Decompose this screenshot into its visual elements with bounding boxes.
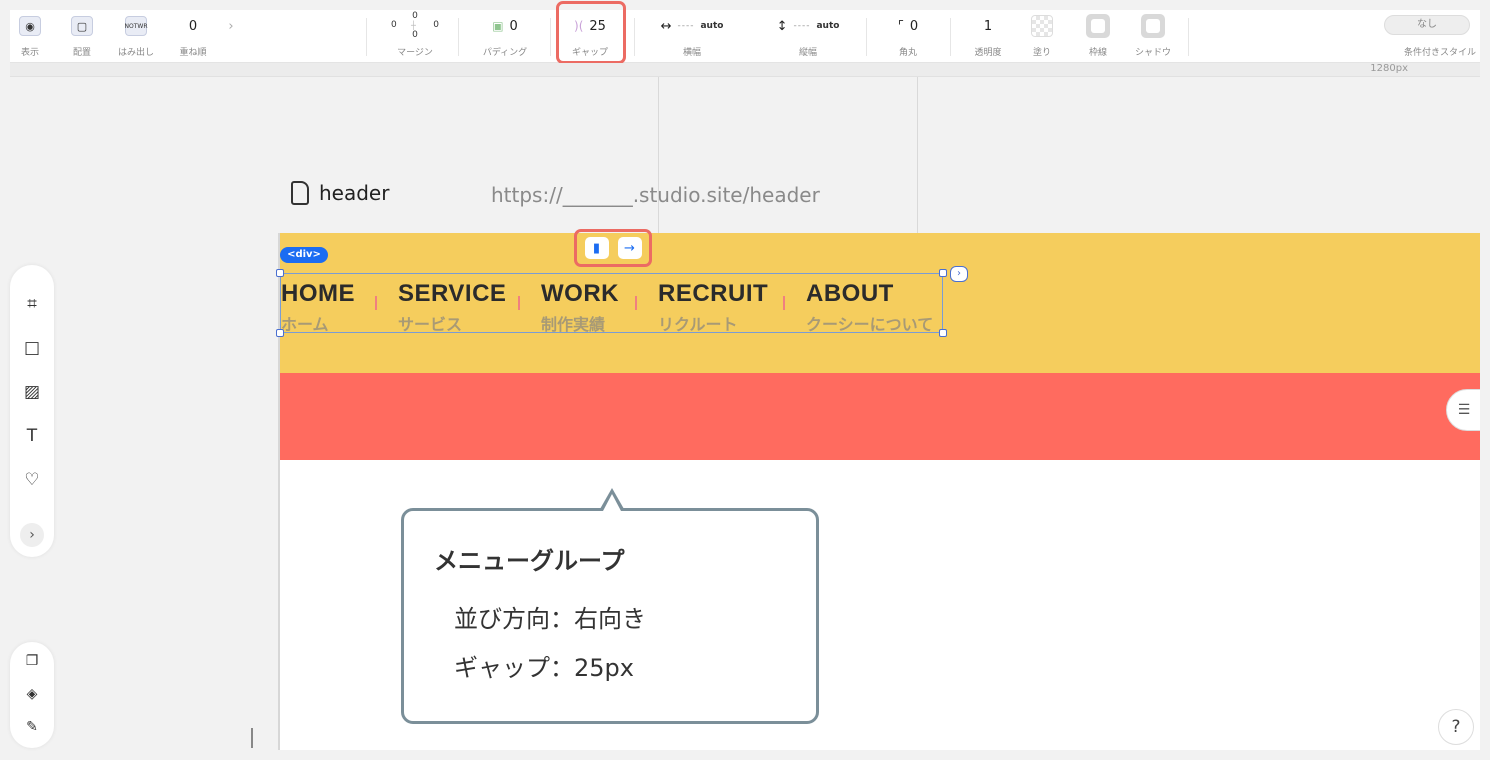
gap-highlight	[556, 1, 626, 64]
text-tool-icon[interactable]: T	[22, 426, 42, 446]
toolbar-divider	[458, 18, 459, 56]
conditional-style-button[interactable]: なし	[1384, 15, 1470, 35]
menu-group[interactable]: HOME ホーム SERVICE サービス WORK 制作実績 RECRUIT …	[280, 273, 943, 334]
design-canvas[interactable]: header https://_______.studio.site/heade…	[10, 77, 1480, 750]
overflow-icon: NOTWR	[125, 16, 148, 36]
position-icon: ▢	[71, 16, 93, 36]
style-toolbar: ◉ 表示 ▢ 配置 NOTWR はみ出し 0 重ね順 › 0 0 ┼ 0 0 マ…	[10, 1, 1480, 64]
annotation-callout: メニューグループ 並び方向：右向き ギャップ：25px	[401, 488, 819, 724]
callout-tail-fill	[603, 494, 621, 511]
menu-lines-icon[interactable]: ☰	[1446, 389, 1480, 431]
callout-direction: 並び方向：右向き	[454, 605, 646, 633]
corner-icon: ⌜	[897, 18, 904, 34]
conditional-style-label: 条件付きスタイル	[1403, 48, 1476, 58]
shadow-icon	[1141, 14, 1165, 38]
box-tool-icon[interactable]: □	[22, 338, 42, 358]
zindex-control[interactable]: 0 重ね順	[175, 10, 211, 63]
resize-handle[interactable]	[939, 269, 947, 277]
breakpoint-ruler: 1280px	[10, 63, 1480, 77]
margin-control[interactable]: 0 0 ┼ 0 0 マージン	[385, 10, 445, 63]
border-control[interactable]: 枠線	[1084, 10, 1112, 63]
expand-palette-icon[interactable]: ›	[20, 523, 44, 547]
toolbar-divider	[366, 18, 367, 56]
frame-tool-icon[interactable]: ⌗	[22, 294, 42, 314]
callout-title: メニューグループ	[434, 547, 625, 575]
file-icon	[291, 181, 309, 205]
studio-editor: ◉ 表示 ▢ 配置 NOTWR はみ出し 0 重ね順 › 0 0 ┼ 0 0 マ…	[0, 0, 1490, 760]
red-band-section[interactable]	[280, 373, 1480, 460]
direction-controls: ▮ →	[574, 229, 652, 267]
guide-line	[658, 77, 659, 237]
pages-icon[interactable]: ❐	[22, 651, 42, 671]
guide-line	[917, 77, 918, 237]
secondary-palette: ❐ ◈ ✎	[10, 642, 54, 748]
resize-handle[interactable]	[939, 329, 947, 337]
pencil-icon[interactable]: ✎	[22, 717, 42, 737]
more-chevron[interactable]: ›	[224, 10, 238, 63]
opacity-value: 1	[983, 18, 993, 34]
scroll-indicator	[251, 728, 253, 748]
padding-value: 0	[509, 18, 518, 34]
margin-bottom-value: 0	[412, 30, 418, 40]
padding-control[interactable]: ▣ 0 パディング	[475, 10, 535, 63]
margin-right-value: 0	[433, 20, 439, 30]
selection-tag[interactable]: <div>	[280, 247, 328, 263]
width-arrow-icon: ↔	[660, 18, 672, 34]
header-section[interactable]: <div> ▮ → HOME ホーム SERVICE サービス WORK 制作実…	[276, 229, 1480, 373]
zindex-value: 0	[188, 18, 198, 34]
toolbar-divider	[950, 18, 951, 56]
gap-indicator	[375, 296, 377, 310]
page-name: header	[319, 181, 390, 205]
page-title: header	[291, 181, 389, 205]
display-control[interactable]: ◉ 表示	[16, 10, 44, 63]
height-control[interactable]: ↕ ---- auto 縦幅	[760, 10, 856, 63]
height-arrow-icon: ↕	[776, 18, 788, 34]
gap-indicator	[518, 296, 520, 310]
chevron-right-icon: ›	[228, 18, 234, 34]
border-icon	[1086, 14, 1110, 38]
resize-handle[interactable]	[276, 329, 284, 337]
fill-control[interactable]: 塗り	[1028, 10, 1056, 63]
gap-indicator	[783, 296, 785, 310]
tool-palette: ⌗ □ ▨ T ♡ ›	[10, 265, 54, 557]
margin-cross-icon: ┼	[411, 21, 416, 30]
opacity-control[interactable]: 1 透明度	[966, 10, 1010, 63]
radius-value: 0	[909, 18, 919, 34]
page-url: https://_______.studio.site/header	[491, 183, 820, 207]
shadow-control[interactable]: シャドウ	[1135, 10, 1171, 63]
toolbar-divider	[1188, 18, 1189, 56]
width-control[interactable]: ↔ ---- auto 横幅	[644, 10, 740, 63]
image-tool-icon[interactable]: ▨	[22, 382, 42, 402]
radius-control[interactable]: ⌜ 0 角丸	[878, 10, 938, 63]
position-control[interactable]: ▢ 配置	[69, 10, 95, 63]
transparent-swatch-icon	[1031, 15, 1053, 37]
eye-icon: ◉	[19, 16, 41, 36]
help-button[interactable]: ?	[1438, 709, 1474, 745]
layers-icon[interactable]: ◈	[22, 684, 42, 704]
toolbar-divider	[866, 18, 867, 56]
margin-left-value: 0	[391, 20, 397, 30]
callout-gap: ギャップ：25px	[454, 654, 634, 682]
overflow-control[interactable]: NOTWR はみ出し	[118, 10, 154, 63]
resize-handle[interactable]	[276, 269, 284, 277]
breakpoint-label: 1280px	[1370, 63, 1408, 74]
padding-icon: ▣	[492, 19, 504, 33]
heart-icon[interactable]: ♡	[22, 470, 42, 490]
align-start-icon[interactable]: ▮	[584, 237, 609, 259]
gap-indicator	[635, 296, 637, 310]
arrow-right-icon[interactable]: →	[617, 237, 642, 259]
chevron-right-icon[interactable]: ›	[950, 266, 968, 282]
